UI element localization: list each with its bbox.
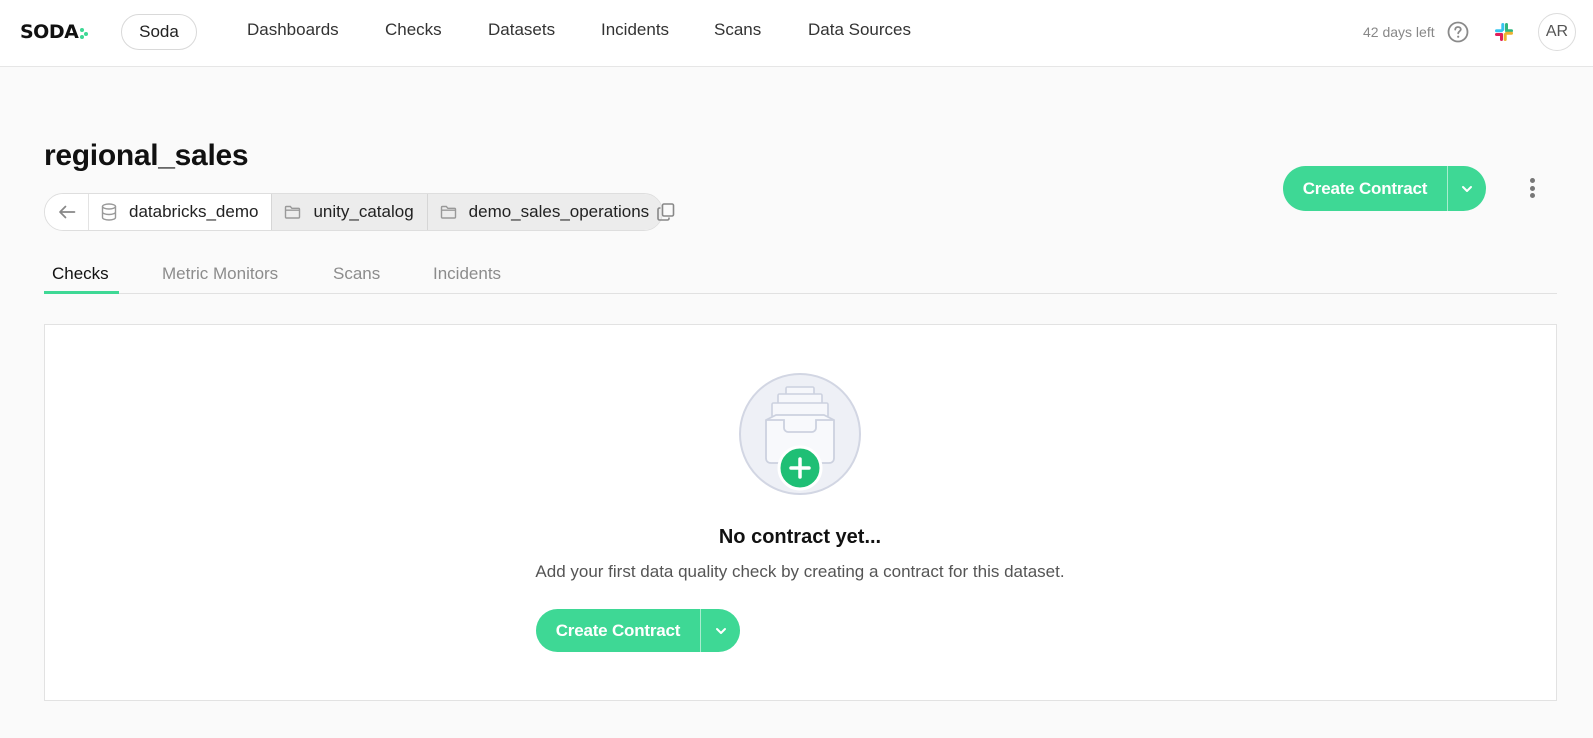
user-avatar[interactable]: AR	[1538, 13, 1576, 51]
breadcrumb-catalog[interactable]: unity_catalog	[272, 194, 428, 230]
folder-icon	[285, 205, 301, 219]
breadcrumb-label: unity_catalog	[313, 202, 414, 221]
breadcrumb-label: databricks_demo	[129, 202, 259, 221]
empty-state-description: Add your first data quality check by cre…	[535, 562, 1065, 581]
tab-checks[interactable]: Checks	[52, 264, 109, 284]
back-arrow-icon[interactable]	[45, 194, 89, 230]
tab-incidents[interactable]: Incidents	[433, 264, 501, 284]
trial-days-left: 42 days left	[1363, 24, 1435, 40]
create-contract-dropdown[interactable]	[1447, 166, 1486, 211]
logo-text: SODA	[20, 21, 79, 43]
top-navigation-bar: SODA Soda Dashboards Checks Datasets Inc…	[0, 0, 1593, 67]
nav-datasets[interactable]: Datasets	[488, 20, 555, 40]
create-contract-split-button: Create Contract	[1283, 166, 1486, 211]
copy-path-icon[interactable]	[656, 202, 676, 222]
breadcrumb-schema[interactable]: demo_sales_operations	[427, 194, 663, 230]
create-contract-button[interactable]: Create Contract	[1283, 166, 1447, 211]
breadcrumb: databricks_demo unity_catalog demo_sales…	[44, 193, 664, 231]
dataset-tabs: Checks Metric Monitors Scans Incidents	[44, 258, 1557, 294]
database-icon	[101, 203, 117, 221]
folder-icon	[440, 205, 456, 219]
empty-state-title: No contract yet...	[718, 526, 882, 548]
tab-scans[interactable]: Scans	[333, 264, 380, 284]
logo-dots	[79, 25, 89, 39]
nav-scans[interactable]: Scans	[714, 20, 761, 40]
organization-switcher[interactable]: Soda	[121, 14, 197, 50]
chevron-down-icon	[1462, 185, 1472, 192]
active-tab-indicator	[44, 291, 119, 294]
empty-inbox-icon	[738, 372, 862, 496]
chevron-down-icon	[715, 627, 726, 634]
empty-create-contract-button[interactable]: Create Contract	[536, 609, 700, 652]
nav-dashboards[interactable]: Dashboards	[247, 20, 339, 40]
slack-icon[interactable]	[1494, 22, 1514, 42]
nav-checks[interactable]: Checks	[385, 20, 442, 40]
breadcrumb-label: demo_sales_operations	[468, 202, 650, 221]
page-title: regional_sales	[44, 139, 249, 172]
empty-create-contract-split-button: Create Contract	[536, 609, 740, 652]
more-options-icon[interactable]	[1522, 176, 1542, 200]
soda-logo[interactable]: SODA	[20, 19, 89, 45]
help-icon[interactable]	[1447, 21, 1469, 43]
tab-metric-monitors[interactable]: Metric Monitors	[162, 264, 278, 284]
breadcrumb-data-source[interactable]: databricks_demo	[89, 194, 273, 230]
nav-data-sources[interactable]: Data Sources	[808, 20, 911, 40]
nav-incidents[interactable]: Incidents	[601, 20, 669, 40]
